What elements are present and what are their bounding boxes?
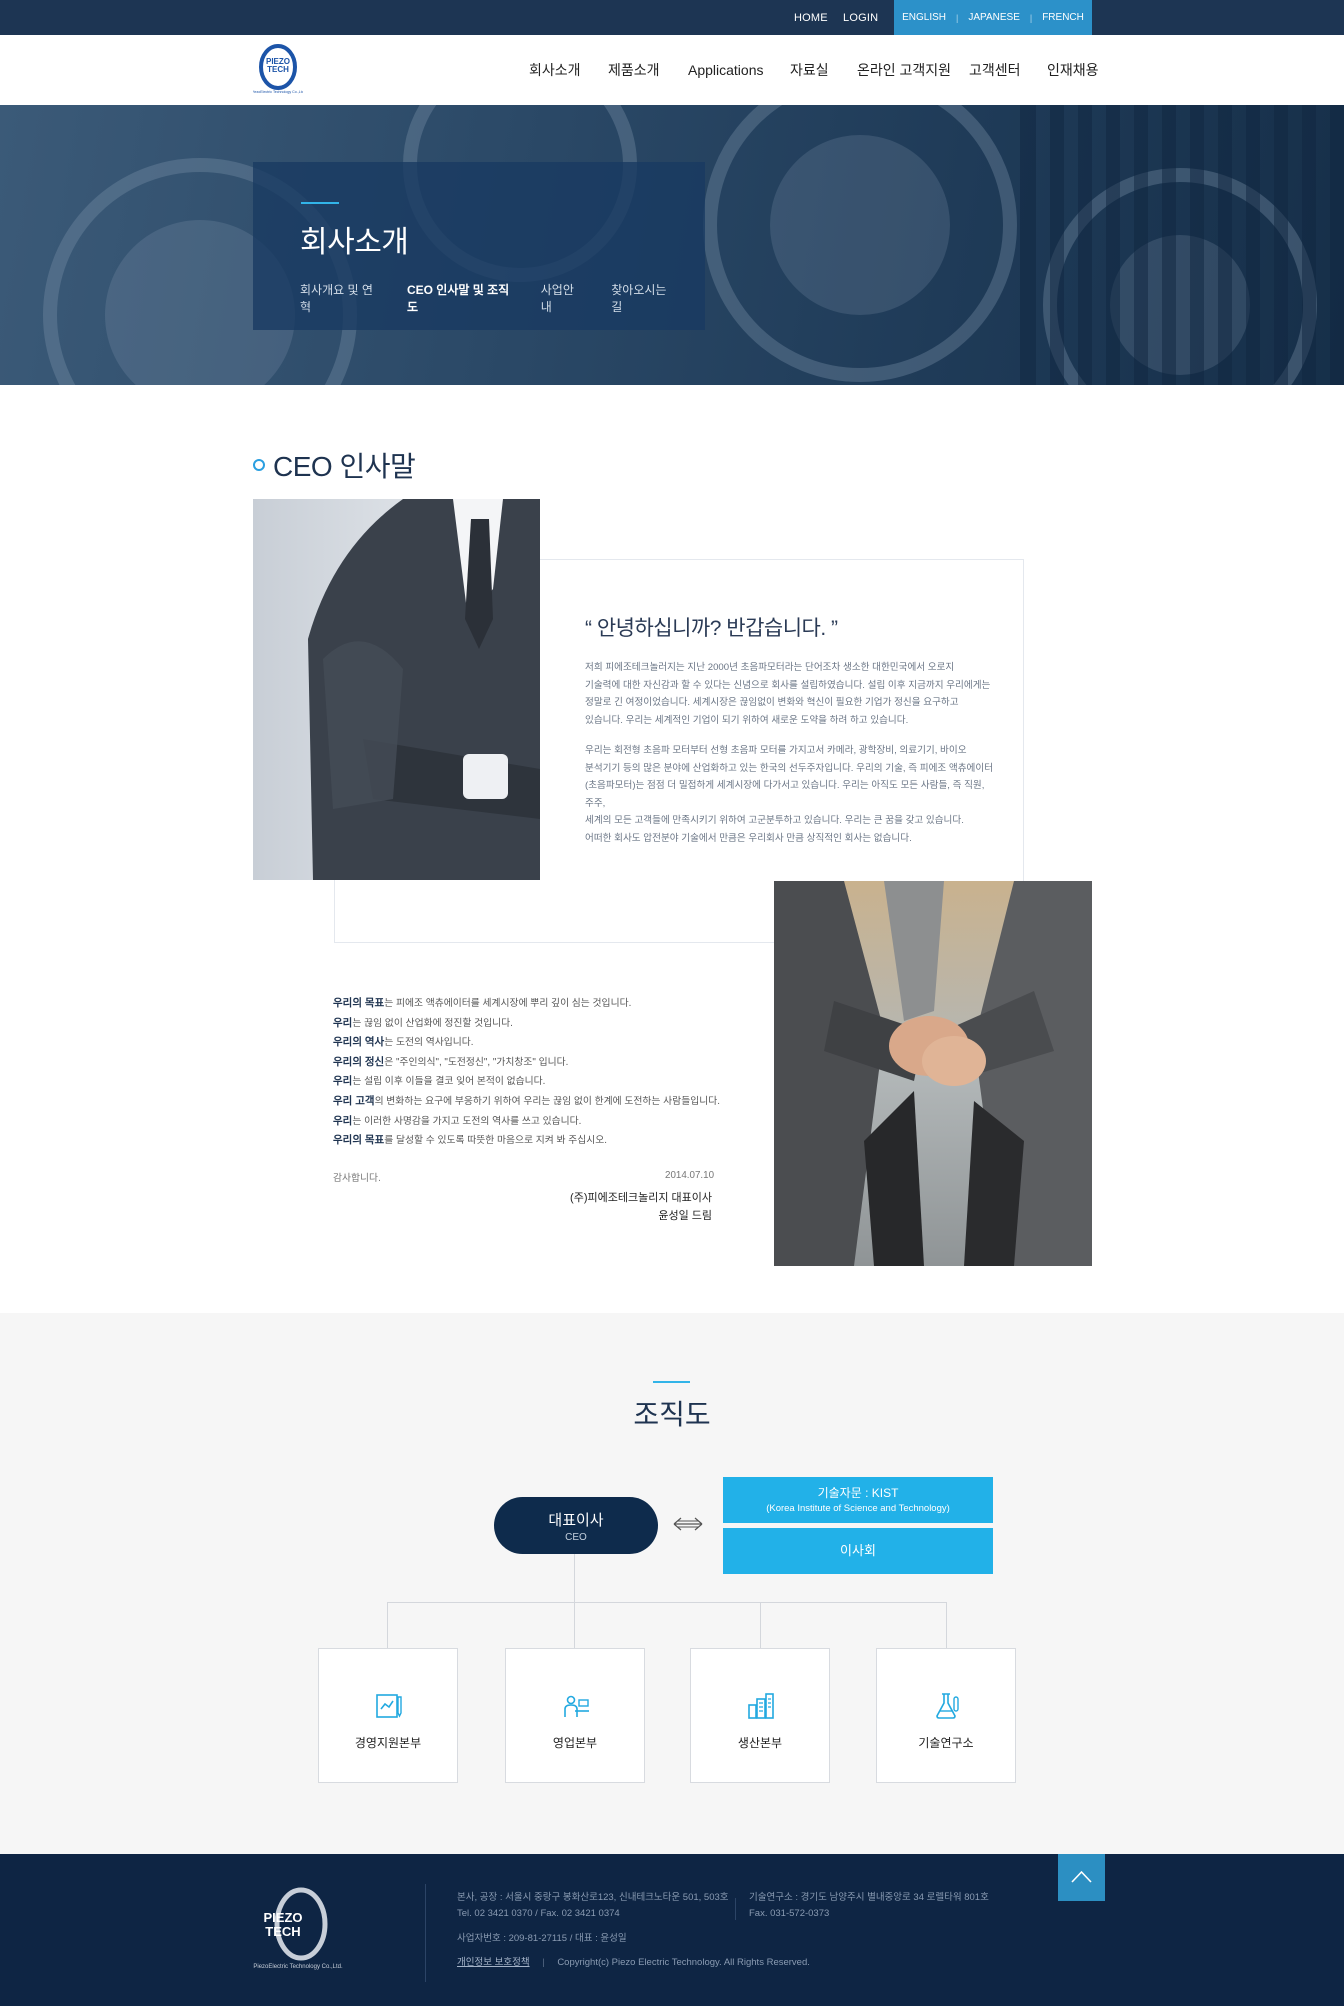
org-connector-line <box>387 1602 946 1603</box>
sub-navigation: 회사개요 및 연혁 CEO 인사말 및 조직도 사업안내 찾아오시는 길 <box>300 281 705 315</box>
nav-applications[interactable]: Applications <box>688 35 764 105</box>
svg-text:TECH: TECH <box>265 1924 300 1939</box>
footer-separator: | <box>542 1957 545 1968</box>
footer-business-number: 사업자번호 : 209-81-27115 / 대표 : 윤성일 <box>457 1933 627 1944</box>
org-connector-line <box>387 1602 388 1648</box>
svg-text:PiezoElectric Technology Co.,L: PiezoElectric Technology Co.,Ltd. <box>253 1964 343 1970</box>
subnav-overview[interactable]: 회사개요 및 연혁 <box>300 281 377 315</box>
hero-banner: 회사소개 회사개요 및 연혁 CEO 인사말 및 조직도 사업안내 찾아오시는 … <box>0 105 1344 385</box>
goal-line: 우리는 끊임 없이 산업화에 정진할 것입니다. <box>333 1016 513 1029</box>
chevron-up-icon <box>1071 1870 1092 1883</box>
footer-headquarters: 본사, 공장 : 서울시 중랑구 봉화산로123, 신내테크노타운 501, 5… <box>457 1892 729 1919</box>
goal-line: 우리의 목표를 달성할 수 있도록 따뜻한 마음으로 지켜 봐 주십시오. <box>333 1134 608 1147</box>
nav-resources[interactable]: 자료실 <box>790 35 829 105</box>
site-logo[interactable]: PIEZO TECH PiezoElectric Technology Co.,… <box>251 44 305 96</box>
ceo-section-heading: CEO 인사말 <box>253 445 416 485</box>
language-selector: ENGLISH | JAPANESE | FRENCH <box>894 0 1092 35</box>
ceo-suit-photo <box>253 499 540 880</box>
signature-company: (주)피에조테크놀리지 대표이사 <box>570 1192 712 1204</box>
goal-line: 우리는 이러한 사명감을 가지고 도전의 역사를 쓰고 있습니다. <box>333 1114 582 1127</box>
scroll-to-top-button[interactable] <box>1058 1854 1105 1901</box>
svg-text:PiezoElectric Technology Co.,L: PiezoElectric Technology Co.,Ltd. <box>253 90 303 94</box>
top-utility-bar: HOME LOGIN ENGLISH | JAPANESE | FRENCH <box>0 0 1344 35</box>
nav-company[interactable]: 회사소개 <box>529 35 581 105</box>
letter-date: 2014.07.10 <box>665 1170 715 1181</box>
footer-lab: 기술연구소 : 경기도 남양주시 별내중앙로 34 로렐타워 801호 Fax.… <box>749 1892 989 1919</box>
nav-online-support[interactable]: 온라인 고객지원 <box>857 35 951 105</box>
lang-french-link[interactable]: FRENCH <box>1042 12 1084 23</box>
teamwork-fist-bump-photo <box>774 881 1092 1266</box>
home-link[interactable]: HOME <box>794 0 828 35</box>
org-connector-line <box>574 1554 575 1603</box>
login-link[interactable]: LOGIN <box>843 0 878 35</box>
greeting-paragraph-1: 저희 피에조테크놀러지는 지난 2000년 초음파모터라는 단어조차 생소한 대… <box>585 662 991 726</box>
subnav-directions[interactable]: 찾아오시는 길 <box>611 281 675 315</box>
nav-products[interactable]: 제품소개 <box>608 35 660 105</box>
footer-divider <box>425 1884 426 1982</box>
thanks-text: 감사합니다. <box>333 1173 381 1184</box>
page-title: 회사소개 <box>300 226 409 259</box>
org-connector-line <box>760 1602 761 1648</box>
privacy-policy-link[interactable]: 개인정보 보호정책 <box>457 1957 530 1968</box>
main-header: PIEZO TECH PiezoElectric Technology Co.,… <box>0 35 1344 105</box>
greeting-heading: “ 안녕하십니까? 반갑습니다. ” <box>585 617 838 640</box>
nav-recruit[interactable]: 인재채용 <box>1047 35 1099 105</box>
management-icon <box>376 1694 402 1718</box>
hero-title-box: 회사소개 회사개요 및 연혁 CEO 인사말 및 조직도 사업안내 찾아오시는 … <box>253 162 705 330</box>
dept-sales: 영업본부 <box>505 1648 645 1783</box>
lang-separator: | <box>956 12 959 23</box>
goal-line: 우리 고객의 변화하는 요구에 부응하기 위하여 우리는 끊임 없이 한계에 도… <box>333 1094 720 1107</box>
site-footer <box>0 1854 1344 2006</box>
goal-line: 우리의 목표는 피에조 액츄에이터를 세계시장에 뿌리 깊이 심는 것입니다. <box>333 997 632 1009</box>
signature-name: 윤성일 드림 <box>658 1210 712 1222</box>
org-ceo-node: 대표이사 CEO <box>494 1497 658 1554</box>
lang-english-link[interactable]: ENGLISH <box>902 12 946 23</box>
goals-list: 우리의 목표는 피에조 액츄에이터를 세계시장에 뿌리 깊이 심는 것입니다. … <box>333 994 720 1151</box>
footer-legal: 개인정보 보호정책 | Copyright(c) Piezo Electric … <box>457 1955 810 1971</box>
org-chart-title: 조직도 <box>633 1399 711 1430</box>
subnav-ceo-org[interactable]: CEO 인사말 및 조직도 <box>407 281 511 315</box>
lab-flask-icon <box>936 1693 959 1719</box>
footer-logo: PIEZO TECH PiezoElectric Technology Co.,… <box>253 1886 343 1972</box>
hero-accent-line <box>301 202 339 204</box>
org-advisor-node: 기술자문 : KIST (Korea Institute of Science … <box>723 1477 993 1523</box>
factory-icon <box>748 1693 774 1719</box>
dept-management-support: 경영지원본부 <box>318 1648 458 1783</box>
goal-line: 우리의 정신은 "주인의식", "도전정신", "가치창조" 입니다. <box>333 1055 569 1068</box>
bullet-ring-icon <box>253 459 265 471</box>
dept-production: 생산본부 <box>690 1648 830 1783</box>
goal-line: 우리의 역사는 도전의 역사입니다. <box>333 1036 474 1049</box>
org-connector-line <box>946 1602 947 1648</box>
goal-line: 우리는 설립 이후 이들을 결코 잊어 본적이 없습니다. <box>333 1075 546 1088</box>
svg-text:PIEZO: PIEZO <box>263 1910 302 1925</box>
footer-vertical-divider <box>735 1898 736 1920</box>
lang-separator: | <box>1029 12 1033 23</box>
nav-customer-center[interactable]: 고객센터 <box>969 35 1021 105</box>
ceo-section-title: CEO 인사말 <box>273 451 416 482</box>
org-connector-line <box>574 1602 575 1648</box>
org-accent-line <box>653 1381 690 1383</box>
dept-research-lab: 기술연구소 <box>876 1648 1016 1783</box>
sales-icon <box>564 1695 589 1717</box>
lang-japanese-link[interactable]: JAPANESE <box>968 12 1020 23</box>
subnav-business[interactable]: 사업안내 <box>541 281 581 315</box>
double-arrow-icon <box>673 1517 703 1531</box>
svg-text:TECH: TECH <box>267 65 289 74</box>
greeting-paragraph-2: 우리는 회전형 초음파 모터부터 선형 초음파 모터를 가지고서 카메라, 광학… <box>585 745 994 844</box>
org-board-node: 이사회 <box>723 1528 993 1574</box>
copyright-text: Copyright(c) Piezo Electric Technology. … <box>557 1957 810 1968</box>
